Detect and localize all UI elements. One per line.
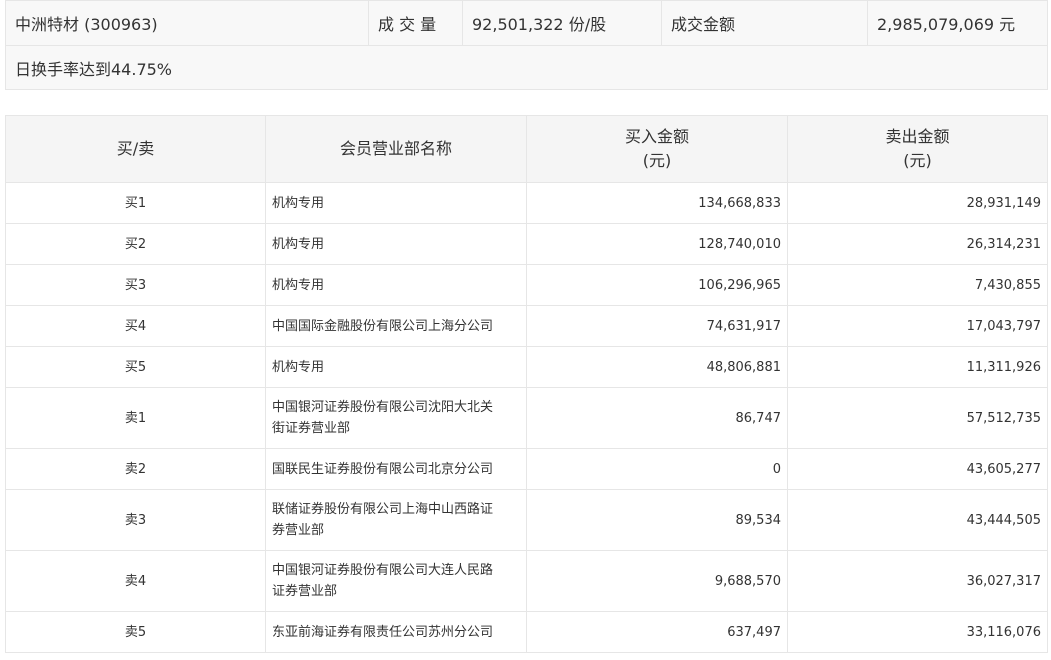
row-member: 联储证券股份有限公司上海中山西路证 券营业部 <box>265 489 527 551</box>
row-member-line2: 街证券营业部 <box>272 421 351 436</box>
row-member-line1: 联储证券股份有限公司上海中山西路证 <box>272 502 494 517</box>
row-sell-amount: 57,512,735 <box>787 387 1048 449</box>
table-header-row: 买/卖 会员营业部名称 买入金额 (元) 卖出金额 (元) <box>5 115 1048 183</box>
row-sell-amount: 26,314,231 <box>787 223 1048 265</box>
row-sell-amount: 11,311,926 <box>787 346 1048 388</box>
row-side: 买1 <box>5 182 266 224</box>
row-member-line2: 证券营业部 <box>272 584 338 599</box>
header-side-label: 买/卖 <box>116 139 155 158</box>
row-sell-amount: 43,605,277 <box>787 448 1048 490</box>
row-buy-amount: 86,747 <box>526 387 788 449</box>
row-side: 买5 <box>5 346 266 388</box>
row-side: 卖3 <box>5 489 266 551</box>
amount-value: 2,985,079,069 元 <box>867 0 1048 46</box>
row-buy-amount: 128,740,010 <box>526 223 788 265</box>
volume-value: 92,501,322 份/股 <box>462 0 662 46</box>
row-side: 卖2 <box>5 448 266 490</box>
row-member: 机构专用 <box>265 346 527 388</box>
header-sell-line2: (元) <box>903 151 932 170</box>
header-buy-line2: (元) <box>642 151 672 170</box>
header-sell-amount: 卖出金额 (元) <box>787 115 1048 183</box>
table-row: 买1 机构专用 134,668,833 28,931,149 <box>5 182 1048 224</box>
row-buy-amount: 0 <box>526 448 788 490</box>
row-buy-amount: 9,688,570 <box>526 550 788 612</box>
row-sell-amount: 7,430,855 <box>787 264 1048 306</box>
header-buy-amount: 买入金额 (元) <box>526 115 788 183</box>
row-sell-amount: 43,444,505 <box>787 489 1048 551</box>
row-member: 国联民生证券股份有限公司北京分公司 <box>265 448 527 490</box>
table-row: 买3 机构专用 106,296,965 7,430,855 <box>5 264 1048 306</box>
table-row: 买4 中国国际金融股份有限公司上海分公司 74,631,917 17,043,7… <box>5 305 1048 347</box>
row-side: 买4 <box>5 305 266 347</box>
header-side: 买/卖 <box>5 115 266 183</box>
header-member: 会员营业部名称 <box>265 115 527 183</box>
row-member: 中国国际金融股份有限公司上海分公司 <box>265 305 527 347</box>
row-member: 机构专用 <box>265 264 527 306</box>
row-member: 东亚前海证券有限责任公司苏州分公司 <box>265 611 527 653</box>
row-member: 机构专用 <box>265 223 527 265</box>
row-sell-amount: 28,931,149 <box>787 182 1048 224</box>
table-row: 卖1 中国银河证券股份有限公司沈阳大北关 街证券营业部 86,747 57,51… <box>5 387 1048 449</box>
row-buy-amount: 106,296,965 <box>526 264 788 306</box>
row-member-line1: 中国银河证券股份有限公司大连人民路 <box>272 563 494 578</box>
table-row: 买5 机构专用 48,806,881 11,311,926 <box>5 346 1048 388</box>
header-sell-line1: 卖出金额 <box>885 127 950 146</box>
row-buy-amount: 134,668,833 <box>526 182 788 224</box>
table-row: 卖2 国联民生证券股份有限公司北京分公司 0 43,605,277 <box>5 448 1048 490</box>
summary-row: 中洲特材 (300963) 成 交 量 92,501,322 份/股 成交金额 … <box>5 0 1048 46</box>
amount-label: 成交金额 <box>661 0 868 46</box>
table-row: 卖3 联储证券股份有限公司上海中山西路证 券营业部 89,534 43,444,… <box>5 489 1048 551</box>
row-sell-amount: 17,043,797 <box>787 305 1048 347</box>
reason-row: 日换手率达到44.75% <box>5 45 1048 90</box>
row-buy-amount: 89,534 <box>526 489 788 551</box>
row-member: 中国银河证券股份有限公司大连人民路 证券营业部 <box>265 550 527 612</box>
row-member-line1: 中国银河证券股份有限公司沈阳大北关 <box>272 400 494 415</box>
table-row: 买2 机构专用 128,740,010 26,314,231 <box>5 223 1048 265</box>
row-side: 卖4 <box>5 550 266 612</box>
stock-name: 中洲特材 (300963) <box>5 0 369 46</box>
trading-seat-table: 买/卖 会员营业部名称 买入金额 (元) 卖出金额 (元) 买1 机构专用 13… <box>5 115 1048 653</box>
stock-summary-table: 中洲特材 (300963) 成 交 量 92,501,322 份/股 成交金额 … <box>5 0 1048 90</box>
row-side: 卖1 <box>5 387 266 449</box>
row-side: 买3 <box>5 264 266 306</box>
listing-reason: 日换手率达到44.75% <box>5 45 1048 90</box>
table-row: 卖4 中国银河证券股份有限公司大连人民路 证券营业部 9,688,570 36,… <box>5 550 1048 612</box>
row-member: 机构专用 <box>265 182 527 224</box>
row-side: 买2 <box>5 223 266 265</box>
row-sell-amount: 33,116,076 <box>787 611 1048 653</box>
header-buy-line1: 买入金额 <box>624 127 689 146</box>
header-member-label: 会员营业部名称 <box>339 139 452 158</box>
row-buy-amount: 637,497 <box>526 611 788 653</box>
row-sell-amount: 36,027,317 <box>787 550 1048 612</box>
row-member: 中国银河证券股份有限公司沈阳大北关 街证券营业部 <box>265 387 527 449</box>
volume-label: 成 交 量 <box>368 0 463 46</box>
table-row: 卖5 东亚前海证券有限责任公司苏州分公司 637,497 33,116,076 <box>5 611 1048 653</box>
row-buy-amount: 48,806,881 <box>526 346 788 388</box>
row-side: 卖5 <box>5 611 266 653</box>
row-buy-amount: 74,631,917 <box>526 305 788 347</box>
row-member-line2: 券营业部 <box>272 523 325 538</box>
